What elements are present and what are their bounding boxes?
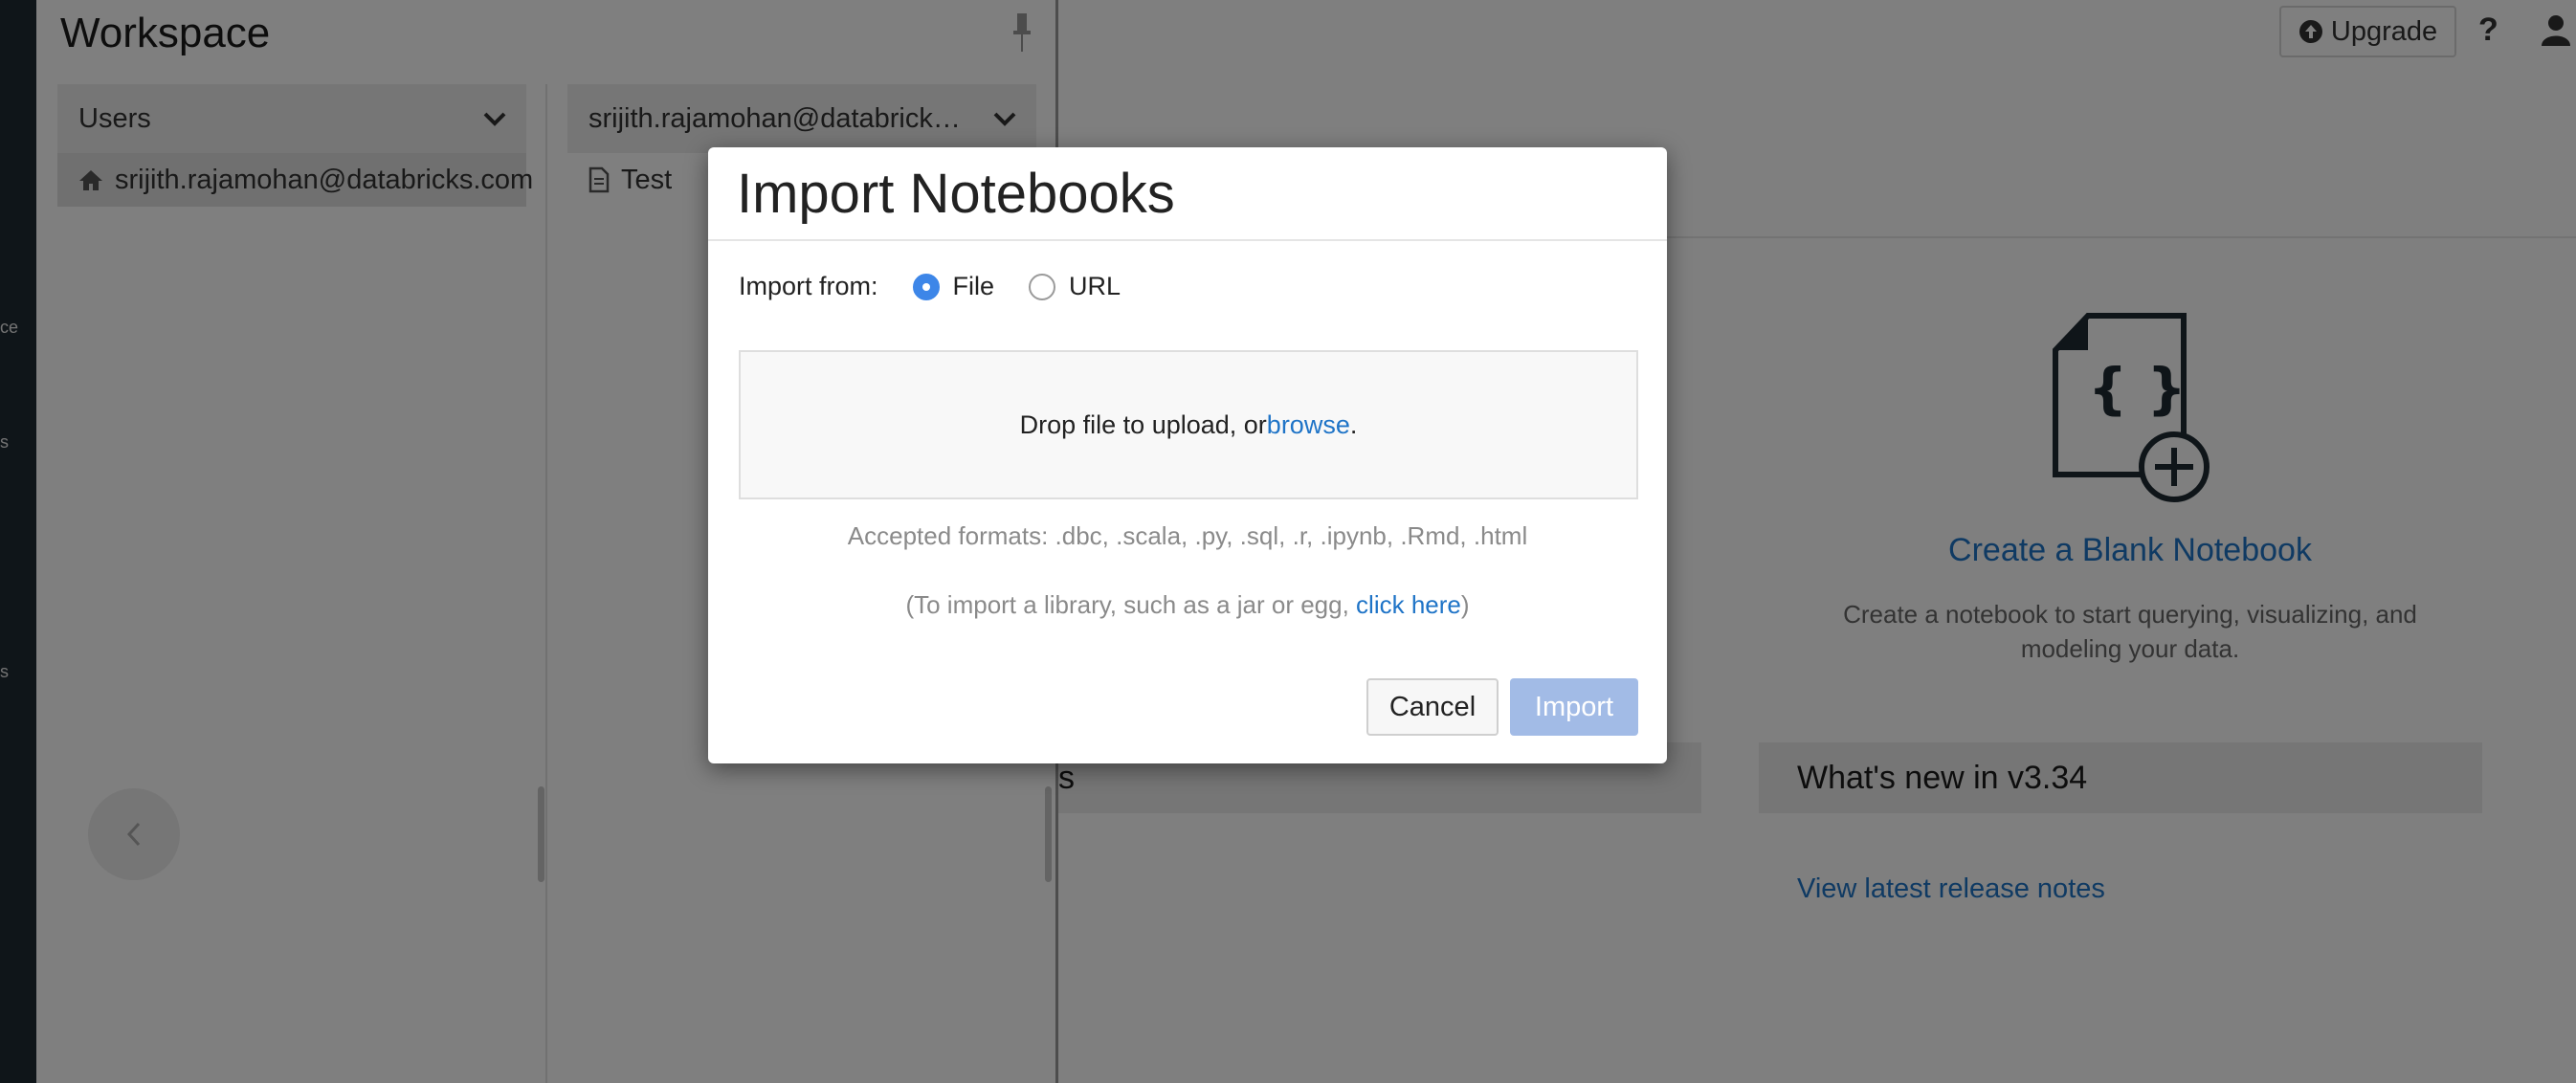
lib-note-suffix: ) bbox=[1460, 590, 1470, 619]
radio-file-label: File bbox=[952, 272, 995, 300]
radio-url-label: URL bbox=[1069, 272, 1121, 300]
radio-url[interactable] bbox=[1029, 273, 1056, 300]
import-from-label: Import from: bbox=[739, 272, 878, 300]
file-drop-zone[interactable]: Drop file to upload, or browse. bbox=[739, 350, 1638, 499]
drop-text: Drop file to upload, or bbox=[1019, 409, 1267, 439]
cancel-button[interactable]: Cancel bbox=[1366, 678, 1499, 736]
import-button[interactable]: Import bbox=[1510, 678, 1638, 736]
library-import-note: (To import a library, such as a jar or e… bbox=[708, 590, 1667, 620]
browse-link[interactable]: browse bbox=[1267, 410, 1350, 440]
radio-file[interactable] bbox=[912, 273, 940, 300]
import-source-row: Import from: File URL bbox=[739, 272, 1121, 301]
click-here-link[interactable]: click here bbox=[1356, 590, 1461, 619]
radio-option-url[interactable]: URL bbox=[1029, 272, 1121, 301]
import-notebooks-dialog: Import Notebooks Import from: File URL D… bbox=[708, 147, 1667, 763]
radio-option-file[interactable]: File bbox=[912, 272, 995, 301]
dialog-title: Import Notebooks bbox=[737, 162, 1175, 225]
accepted-formats-text: Accepted formats: .dbc, .scala, .py, .sq… bbox=[847, 521, 1528, 550]
lib-note-prefix: (To import a library, such as a jar or e… bbox=[905, 590, 1357, 619]
dialog-header: Import Notebooks bbox=[708, 147, 1667, 241]
drop-suffix: . bbox=[1349, 409, 1358, 439]
